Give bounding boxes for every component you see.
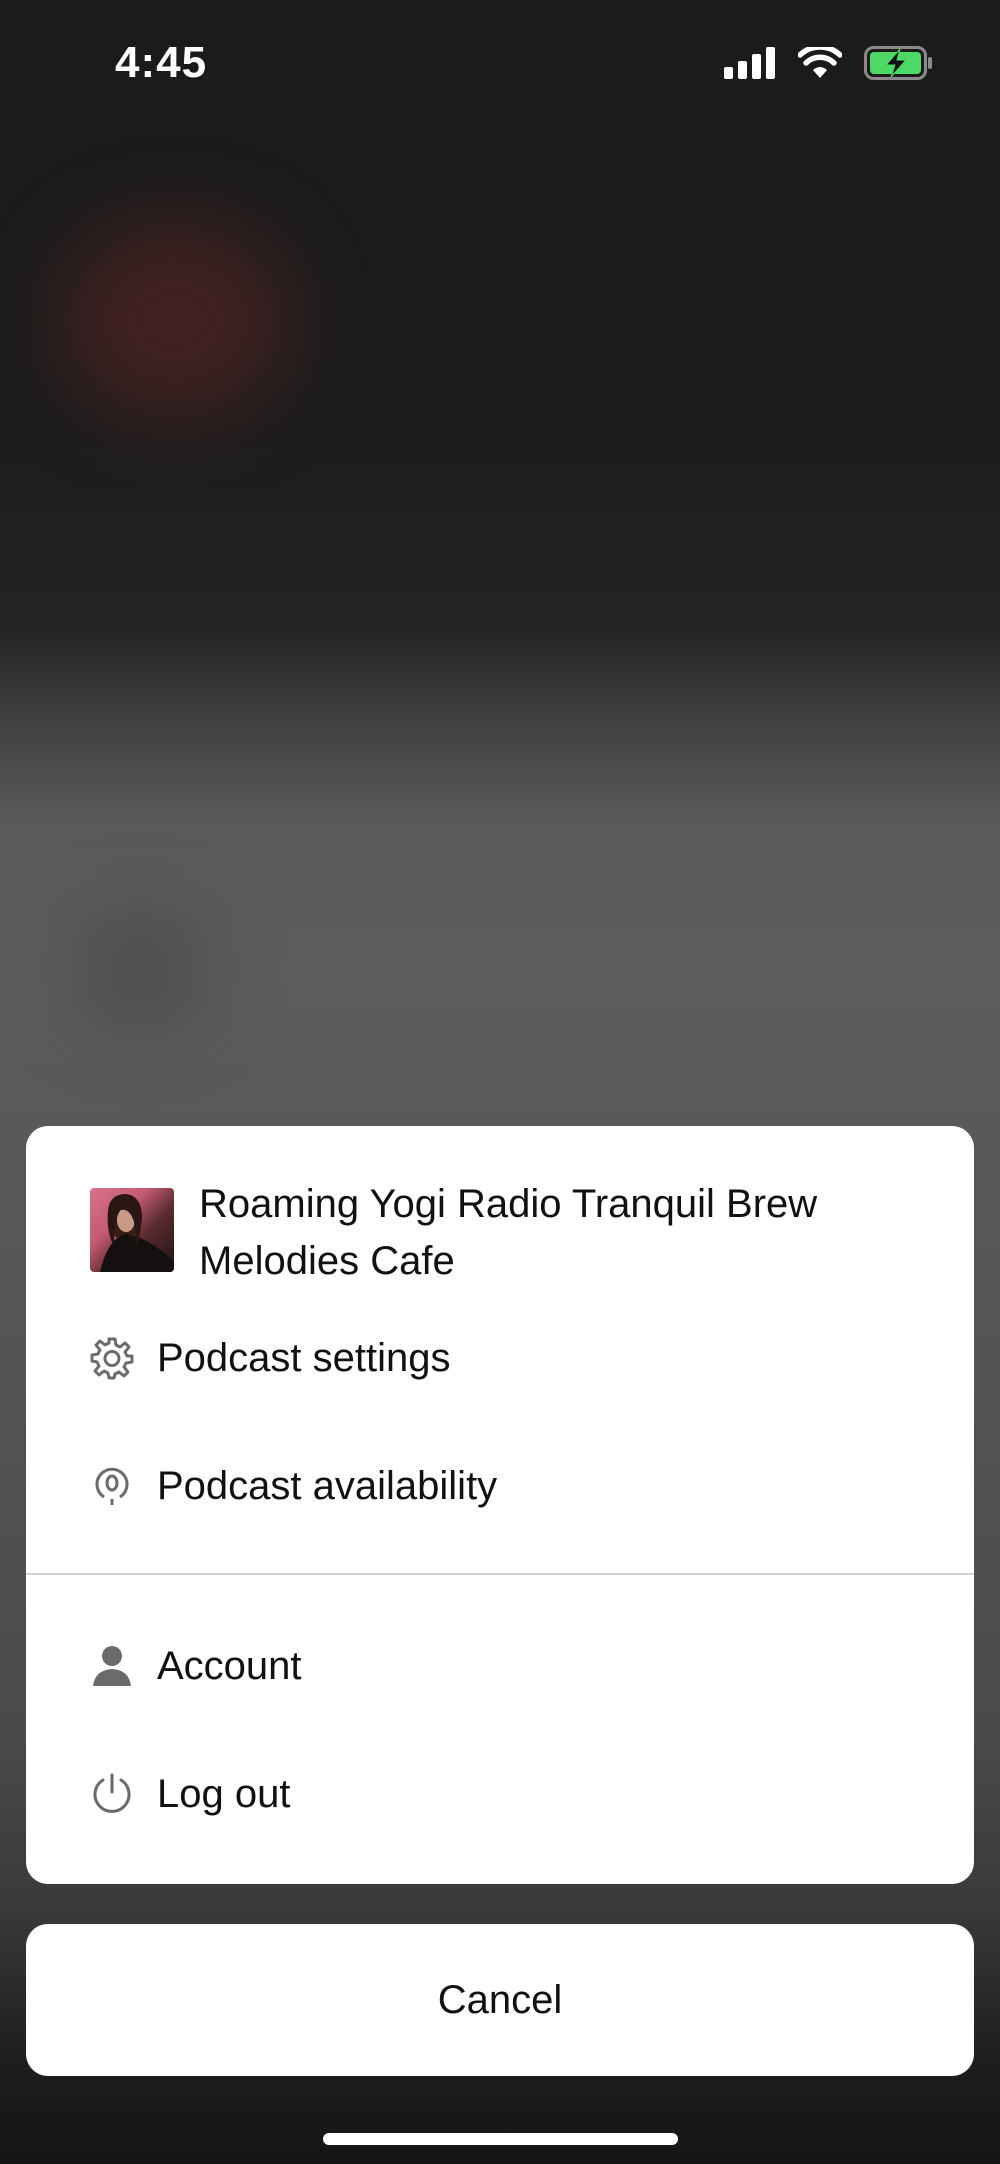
menu-item-label: Podcast settings (157, 1336, 451, 1380)
cancel-button[interactable]: Cancel (26, 1924, 974, 2076)
battery-charging-icon (864, 46, 932, 80)
menu-item-podcast-settings[interactable]: Podcast settings (26, 1298, 974, 1418)
podcast-title: Roaming Yogi Radio Tranquil Brew Melodie… (199, 1182, 818, 1283)
status-icons (724, 46, 934, 80)
background-blur-glow (60, 220, 290, 420)
menu-item-log-out[interactable]: Log out (26, 1734, 974, 1854)
wifi-icon (798, 47, 842, 78)
podcast-location-icon (95, 1467, 129, 1505)
menu-item-label: Podcast availability (157, 1464, 498, 1508)
menu-item-account[interactable]: Account (26, 1606, 974, 1726)
podcast-header: Roaming Yogi Radio Tranquil Brew Melodie… (26, 1126, 974, 1283)
menu-divider (26, 1573, 974, 1575)
menu-item-podcast-availability[interactable]: Podcast availability (26, 1426, 974, 1546)
menu-item-label: Account (157, 1644, 302, 1688)
action-sheet: Roaming Yogi Radio Tranquil Brew Melodie… (26, 1126, 974, 1884)
background-blur-shape (80, 920, 200, 1020)
status-bar: 4:45 (0, 0, 1000, 130)
gear-icon (90, 1337, 134, 1380)
menu-item-label: Log out (157, 1772, 291, 1816)
home-indicator[interactable] (323, 2133, 678, 2145)
cellular-signal-icon (724, 47, 775, 79)
podcast-cover-image (90, 1188, 174, 1272)
status-time: 4:45 (115, 38, 208, 87)
person-icon (93, 1646, 131, 1686)
power-icon (93, 1773, 131, 1813)
